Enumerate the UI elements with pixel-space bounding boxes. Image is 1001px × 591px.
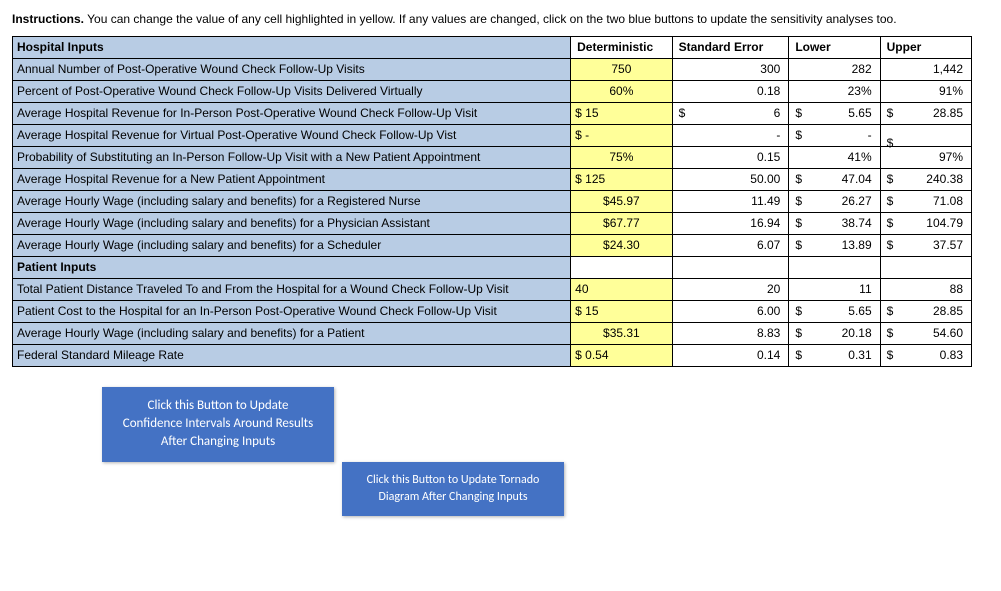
det-cell[interactable]: $67.77 bbox=[571, 213, 672, 235]
lo-cell: 41% bbox=[789, 147, 880, 169]
patient-header-row: Patient Inputs bbox=[13, 257, 972, 279]
header-hospital: Hospital Inputs bbox=[13, 37, 571, 59]
hi-cell: $104.79 bbox=[880, 213, 971, 235]
hi-cell: 91% bbox=[880, 81, 971, 103]
se-cell: 6.07 bbox=[672, 235, 789, 257]
hi-cell: 1,442 bbox=[880, 59, 971, 81]
se-cell: 50.00 bbox=[672, 169, 789, 191]
det-cell[interactable]: $ 0.54 bbox=[571, 345, 672, 367]
update-tornado-button[interactable]: Click this Button to Update Tornado Diag… bbox=[342, 462, 564, 516]
lo-cell: $- bbox=[789, 125, 880, 147]
label: Average Hospital Revenue for a New Patie… bbox=[13, 169, 571, 191]
hi-cell: $240.38 bbox=[880, 169, 971, 191]
lo-cell: $38.74 bbox=[789, 213, 880, 235]
label: Patient Cost to the Hospital for an In-P… bbox=[13, 301, 571, 323]
label: Average Hourly Wage (including salary an… bbox=[13, 323, 571, 345]
label: Federal Standard Mileage Rate bbox=[13, 345, 571, 367]
header-deterministic: Deterministic bbox=[571, 37, 672, 59]
label: Annual Number of Post-Operative Wound Ch… bbox=[13, 59, 571, 81]
row-prob-substitute: Probability of Substituting an In-Person… bbox=[13, 147, 972, 169]
lo-cell: $47.04 bbox=[789, 169, 880, 191]
hi-cell: $54.60 bbox=[880, 323, 971, 345]
row-revenue-newpatient: Average Hospital Revenue for a New Patie… bbox=[13, 169, 972, 191]
inputs-table: Hospital Inputs Deterministic Standard E… bbox=[12, 36, 972, 367]
se-cell: 0.14 bbox=[672, 345, 789, 367]
det-cell[interactable]: $ 15 bbox=[571, 103, 672, 125]
lo-cell: 282 bbox=[789, 59, 880, 81]
row-patient-distance: Total Patient Distance Traveled To and F… bbox=[13, 279, 972, 301]
se-cell: 0.15 bbox=[672, 147, 789, 169]
lo-cell: 11 bbox=[789, 279, 880, 301]
det-cell[interactable]: $ 15 bbox=[571, 301, 672, 323]
label: Average Hourly Wage (including salary an… bbox=[13, 213, 571, 235]
hi-cell: $37.57 bbox=[880, 235, 971, 257]
header-lower: Lower bbox=[789, 37, 880, 59]
hi-cell: $28.85 bbox=[880, 301, 971, 323]
row-wage-scheduler: Average Hourly Wage (including salary an… bbox=[13, 235, 972, 257]
row-annual-visits: Annual Number of Post-Operative Wound Ch… bbox=[13, 59, 972, 81]
row-patient-cost: Patient Cost to the Hospital for an In-P… bbox=[13, 301, 972, 323]
row-mileage-rate: Federal Standard Mileage Rate $ 0.54 0.1… bbox=[13, 345, 972, 367]
header-upper: Upper bbox=[880, 37, 971, 59]
lo-cell: $5.65 bbox=[789, 301, 880, 323]
se-cell: 6.00 bbox=[672, 301, 789, 323]
det-cell[interactable]: 75% bbox=[571, 147, 672, 169]
instructions-bold: Instructions. bbox=[12, 12, 84, 26]
label: Percent of Post-Operative Wound Check Fo… bbox=[13, 81, 571, 103]
se-cell: 11.49 bbox=[672, 191, 789, 213]
row-revenue-inperson: Average Hospital Revenue for In-Person P… bbox=[13, 103, 972, 125]
det-cell[interactable]: 60% bbox=[571, 81, 672, 103]
se-cell: 0.18 bbox=[672, 81, 789, 103]
row-wage-nurse: Average Hourly Wage (including salary an… bbox=[13, 191, 972, 213]
instructions-text: You can change the value of any cell hig… bbox=[84, 12, 897, 26]
lo-cell: $13.89 bbox=[789, 235, 880, 257]
row-revenue-virtual: Average Hospital Revenue for Virtual Pos… bbox=[13, 125, 972, 147]
hi-cell: 97% bbox=[880, 147, 971, 169]
label: Average Hourly Wage (including salary an… bbox=[13, 191, 571, 213]
lo-cell: $5.65 bbox=[789, 103, 880, 125]
lo-cell: $26.27 bbox=[789, 191, 880, 213]
label: Total Patient Distance Traveled To and F… bbox=[13, 279, 571, 301]
label: Average Hospital Revenue for In-Person P… bbox=[13, 103, 571, 125]
det-cell[interactable]: $24.30 bbox=[571, 235, 672, 257]
instructions: Instructions. You can change the value o… bbox=[12, 12, 989, 26]
header-standard-error: Standard Error bbox=[672, 37, 789, 59]
lo-cell: $0.31 bbox=[789, 345, 880, 367]
se-cell: 20 bbox=[672, 279, 789, 301]
buttons-area: Click this Button to Update Confidence I… bbox=[12, 387, 989, 567]
se-cell: 8.83 bbox=[672, 323, 789, 345]
det-cell[interactable]: $ - bbox=[571, 125, 672, 147]
update-ci-button[interactable]: Click this Button to Update Confidence I… bbox=[102, 387, 334, 462]
header-patient: Patient Inputs bbox=[13, 257, 571, 279]
se-cell: 16.94 bbox=[672, 213, 789, 235]
hi-cell: 88 bbox=[880, 279, 971, 301]
lo-cell: 23% bbox=[789, 81, 880, 103]
row-percent-virtual: Percent of Post-Operative Wound Check Fo… bbox=[13, 81, 972, 103]
det-cell[interactable]: $45.97 bbox=[571, 191, 672, 213]
lo-cell: $20.18 bbox=[789, 323, 880, 345]
se-cell: $6 bbox=[672, 103, 789, 125]
row-wage-patient: Average Hourly Wage (including salary an… bbox=[13, 323, 972, 345]
label: Average Hourly Wage (including salary an… bbox=[13, 235, 571, 257]
hi-cell: $0.83 bbox=[880, 345, 971, 367]
label: Average Hospital Revenue for Virtual Pos… bbox=[13, 125, 571, 147]
row-wage-pa: Average Hourly Wage (including salary an… bbox=[13, 213, 972, 235]
label: Probability of Substituting an In-Person… bbox=[13, 147, 571, 169]
se-cell: 300 bbox=[672, 59, 789, 81]
hi-cell: $28.85 bbox=[880, 103, 971, 125]
det-cell[interactable]: $35.31 bbox=[571, 323, 672, 345]
header-row: Hospital Inputs Deterministic Standard E… bbox=[13, 37, 972, 59]
det-cell[interactable]: $ 125 bbox=[571, 169, 672, 191]
det-cell[interactable]: 40 bbox=[571, 279, 672, 301]
se-cell: - bbox=[672, 125, 789, 147]
hi-cell: $71.08 bbox=[880, 191, 971, 213]
hi-cell: $ bbox=[880, 125, 971, 147]
det-cell[interactable]: 750 bbox=[571, 59, 672, 81]
